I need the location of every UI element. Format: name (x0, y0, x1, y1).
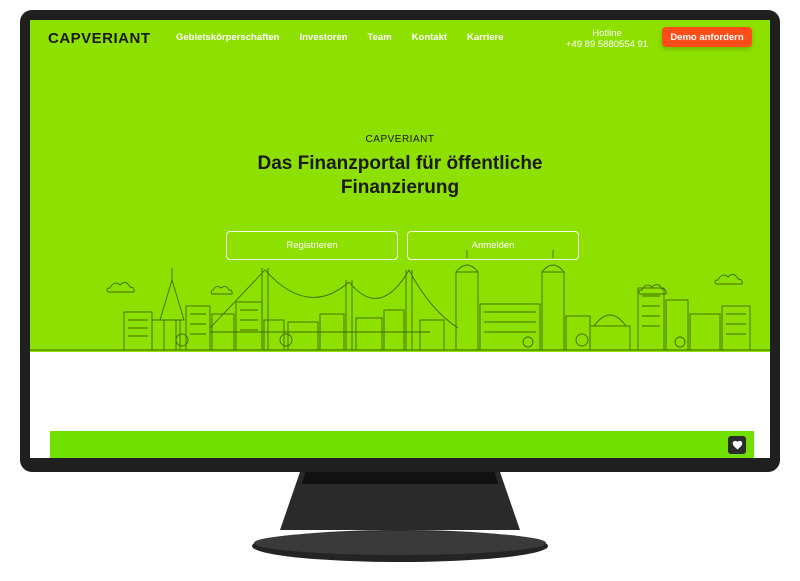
hotline[interactable]: Hotline +49 89 5880554 91 (562, 28, 652, 50)
hero-title: Das Finanzportal für öffentliche Finanzi… (257, 153, 543, 198)
hero-section: CAPVERIANT Gebietskörperschaften Investo… (30, 20, 770, 352)
footer-bar (50, 431, 754, 458)
hotline-number[interactable]: +49 89 5880554 91 (562, 39, 652, 50)
demo-request-button[interactable]: Demo anfordern (662, 27, 752, 47)
nav-item-kontakt[interactable]: Kontakt (412, 32, 447, 43)
nav-item-team[interactable]: Team (368, 32, 392, 43)
nav-item-investoren[interactable]: Investoren (299, 32, 347, 43)
heart-icon[interactable] (728, 436, 746, 454)
register-button[interactable]: Registrieren (226, 231, 398, 260)
website-screen: CAPVERIANT Gebietskörperschaften Investo… (30, 20, 770, 458)
top-navigation: CAPVERIANT Gebietskörperschaften Investo… (30, 20, 770, 60)
city-skyline-illustration (30, 250, 770, 351)
login-button[interactable]: Anmelden (407, 231, 579, 260)
nav-menu: Gebietskörperschaften Investoren Team Ko… (176, 32, 503, 43)
hotline-label: Hotline (592, 28, 622, 39)
brand-logo[interactable]: CAPVERIANT (48, 30, 151, 47)
hero-kicker: CAPVERIANT (365, 134, 435, 145)
nav-item-gebietskoerperschaften[interactable]: Gebietskörperschaften (176, 32, 279, 43)
nav-item-karriere[interactable]: Karriere (467, 32, 503, 43)
